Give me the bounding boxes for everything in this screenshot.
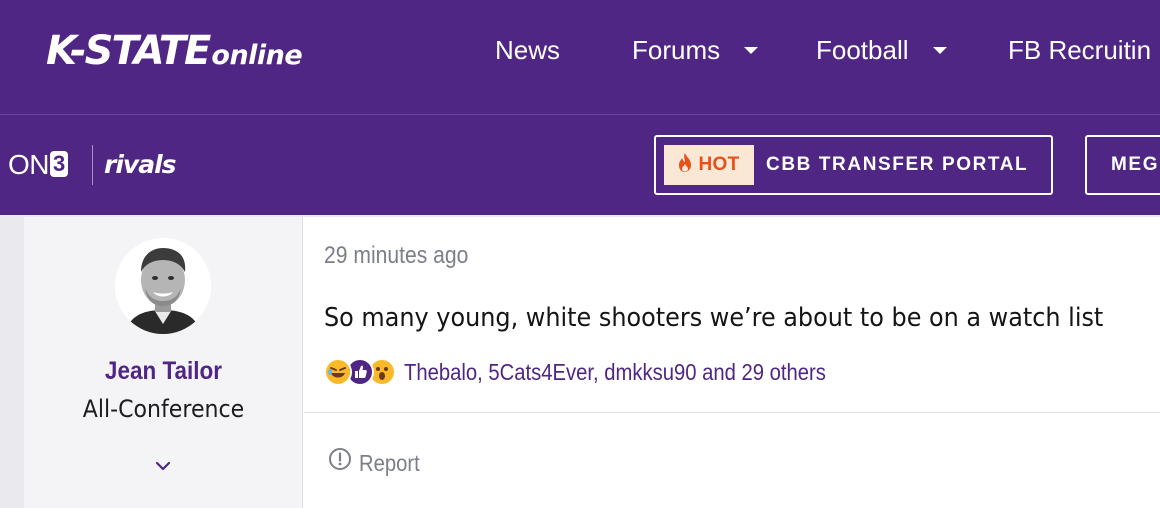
nav-football[interactable]: Football	[816, 32, 947, 68]
rivals-logo[interactable]: rivals	[104, 149, 177, 181]
nav-forums-label: Forums	[632, 35, 721, 65]
chevron-down-icon	[744, 46, 759, 54]
post-content: 29 minutes ago So many young, white shoo…	[304, 217, 1160, 508]
on3-box: 3	[50, 151, 68, 177]
reaction-summary[interactable]: Thebalo, 5Cats4Ever, dmkksu90 and 29 oth…	[324, 355, 883, 389]
alert-circle-icon	[328, 447, 352, 478]
avatar[interactable]	[115, 238, 211, 334]
laughing-icon	[324, 358, 352, 386]
brand-divider	[92, 145, 93, 185]
post-timestamp[interactable]: 29 minutes ago	[324, 241, 468, 271]
nav-news[interactable]: News	[495, 32, 560, 68]
report-label: Report	[359, 449, 420, 476]
nav-fb-recruiting-label: FB Recruitin	[1008, 35, 1152, 65]
flame-icon	[678, 152, 692, 178]
post-divider	[304, 412, 1160, 413]
report-button[interactable]: Report	[328, 447, 428, 478]
hot-label: HOT	[698, 154, 740, 175]
post-message: So many young, white shooters we’re abou…	[324, 303, 1104, 333]
site-logo[interactable]: K-STATEonline	[46, 26, 303, 76]
portal-label: CBB TRANSFER PORTAL	[766, 154, 1029, 175]
mega-button[interactable]: MEG	[1085, 135, 1160, 195]
hot-badge: HOT	[664, 145, 754, 185]
reaction-users[interactable]: Thebalo, 5Cats4Ever, dmkksu90 and 29 oth…	[404, 357, 826, 387]
transfer-portal-button[interactable]: HOT CBB TRANSFER PORTAL	[654, 135, 1053, 195]
post-author-name[interactable]: Jean Tailor	[38, 355, 289, 387]
on3-prefix: ON	[8, 149, 50, 180]
chevron-down-icon	[932, 46, 947, 54]
logo-sub-text: online	[211, 40, 303, 71]
chevron-down-icon[interactable]	[154, 457, 172, 475]
network-bar: ON 3 rivals HOT CBB TRANSFER PORTAL MEG	[0, 115, 1160, 215]
site-header: K-STATEonline News Forums Football FB Re…	[0, 0, 1160, 114]
post-author-panel: Jean Tailor All-Conference	[24, 217, 303, 508]
nav-football-label: Football	[816, 35, 909, 65]
nav-forums[interactable]: Forums	[632, 32, 759, 68]
nav-fb-recruiting[interactable]: FB Recruitin	[1008, 32, 1151, 68]
post-author-title: All-Conference	[82, 395, 245, 423]
forum-post: Jean Tailor All-Conference 29 minutes ag…	[24, 217, 1160, 508]
logo-main-text: K-STATE	[46, 28, 211, 74]
on3-logo[interactable]: ON 3	[8, 148, 68, 182]
nav-news-label: News	[495, 35, 561, 65]
